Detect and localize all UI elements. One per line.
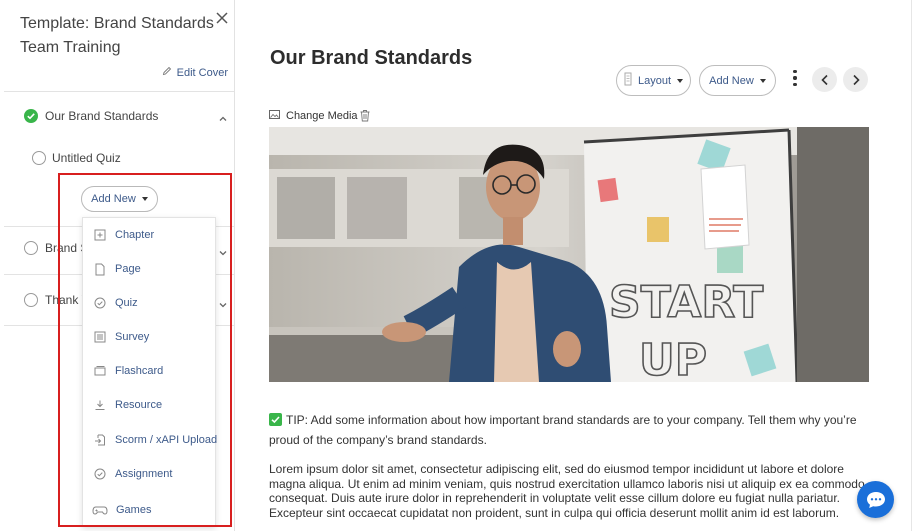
sidebar-item-untitled-quiz[interactable]: Untitled Quiz <box>4 146 234 170</box>
add-new-label: Add New <box>91 193 136 205</box>
menu-item-label: Page <box>115 263 141 275</box>
menu-item-label: Scorm / xAPI Upload <box>115 434 218 446</box>
add-new-button[interactable]: Add New <box>699 65 776 96</box>
add-new-menu: Chapter Page Quiz Survey Flashcard Resou… <box>82 217 218 527</box>
change-media-link[interactable]: Change Media <box>269 110 358 122</box>
menu-item-label: Quiz <box>115 297 138 309</box>
tip-body: TIP: Add some information about how impo… <box>269 413 857 447</box>
chapter-icon <box>93 229 106 242</box>
chevron-down-icon[interactable] <box>218 247 228 257</box>
assignment-icon <box>93 468 106 481</box>
next-page-button[interactable] <box>843 67 868 92</box>
previous-page-button[interactable] <box>812 67 837 92</box>
edit-cover-link[interactable]: Edit Cover <box>162 66 228 79</box>
check-box-icon <box>269 413 282 426</box>
layout-icon <box>624 72 632 89</box>
incomplete-circle-icon <box>32 151 46 165</box>
edit-cover-label: Edit Cover <box>176 66 228 79</box>
layout-label: Layout <box>637 74 672 87</box>
menu-item-label: Flashcard <box>115 365 164 377</box>
more-options-icon[interactable] <box>791 68 799 88</box>
page-icon <box>93 263 106 276</box>
menu-item-page[interactable]: Page <box>83 256 215 282</box>
svg-text:START: START <box>609 277 763 328</box>
add-new-content-button[interactable]: Add New <box>81 186 158 212</box>
image-icon <box>269 110 280 122</box>
chevron-left-icon <box>820 74 828 85</box>
menu-item-chapter[interactable]: Chapter <box>83 222 215 248</box>
chevron-right-icon <box>852 74 860 85</box>
menu-item-quiz[interactable]: Quiz <box>83 290 215 316</box>
body-text: Lorem ipsum dolor sit amet, consectetur … <box>269 462 865 520</box>
sidebar-item-label: Untitled Quiz <box>52 151 121 165</box>
caret-down-icon <box>759 78 766 83</box>
svg-text:UP: UP <box>639 335 707 382</box>
chevron-up-icon[interactable] <box>218 113 228 123</box>
sidebar-item-our-brand-standards[interactable]: Our Brand Standards <box>4 104 234 128</box>
page-title: Our Brand Standards <box>270 47 473 69</box>
menu-item-games[interactable]: Games <box>83 497 215 523</box>
caret-down-icon <box>677 78 684 83</box>
menu-item-label: Assignment <box>115 468 173 480</box>
pencil-icon <box>162 66 172 79</box>
survey-icon <box>93 331 106 344</box>
menu-item-label: Games <box>116 504 152 516</box>
course-title: Template: Brand Standards Team Training <box>20 15 214 56</box>
menu-item-flashcard[interactable]: Flashcard <box>83 358 215 384</box>
chevron-down-icon[interactable] <box>218 299 228 309</box>
hero-image: START UP <box>269 127 869 382</box>
gamepad-icon <box>92 504 108 517</box>
chat-bubble-icon <box>866 491 885 508</box>
menu-item-label: Survey <box>115 331 150 343</box>
menu-item-assignment[interactable]: Assignment <box>83 461 215 487</box>
menu-item-survey[interactable]: Survey <box>83 324 215 350</box>
change-media-label: Change Media <box>286 110 358 122</box>
menu-item-scorm-upload[interactable]: Scorm / xAPI Upload <box>83 427 218 453</box>
resource-icon <box>93 399 106 412</box>
flashcard-icon <box>93 365 106 378</box>
caret-down-icon <box>141 197 148 201</box>
close-icon[interactable] <box>214 10 230 26</box>
menu-item-label: Resource <box>115 399 163 411</box>
incomplete-circle-icon <box>24 241 38 255</box>
menu-item-resource[interactable]: Resource <box>83 392 215 418</box>
divider <box>911 0 912 531</box>
sidebar-item-label: Our Brand Standards <box>45 109 159 123</box>
tip-text: TIP: Add some information about how impo… <box>269 411 869 450</box>
check-circle-icon <box>24 109 38 126</box>
trash-icon[interactable] <box>359 109 371 122</box>
add-new-label: Add New <box>709 74 754 87</box>
quiz-icon <box>93 297 106 310</box>
upload-icon <box>93 434 106 447</box>
divider <box>4 91 234 92</box>
incomplete-circle-icon <box>24 293 38 307</box>
chat-support-button[interactable] <box>857 481 894 518</box>
menu-item-label: Chapter <box>115 229 155 241</box>
layout-button[interactable]: Layout <box>616 65 691 96</box>
